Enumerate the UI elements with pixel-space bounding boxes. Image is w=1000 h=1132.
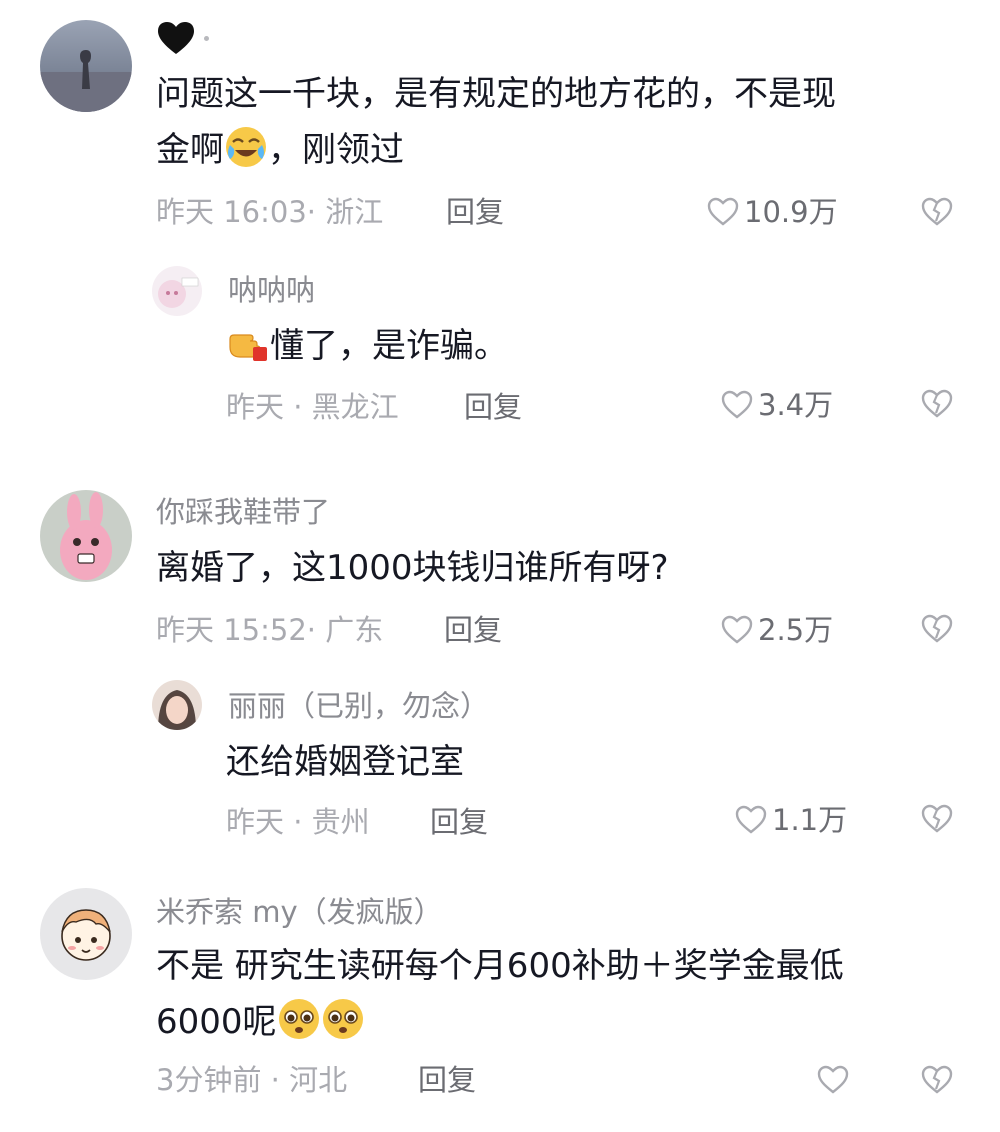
crying-laughing-emoji bbox=[224, 125, 268, 169]
broken-heart-icon bbox=[921, 804, 953, 833]
heart-outline-icon bbox=[707, 197, 739, 226]
comment-text-line-2: 6000呢 bbox=[156, 994, 844, 1050]
time-location: 昨天 · 黑龙江 bbox=[226, 390, 399, 424]
reply-button[interactable]: 回复 bbox=[418, 1062, 476, 1098]
like-button[interactable]: 1.1万 bbox=[734, 802, 847, 838]
comment-text-line-1: 问题这一千块，是有规定的地方花的，不是现 bbox=[156, 74, 836, 114]
broken-heart-icon bbox=[921, 614, 953, 643]
heart-outline-icon bbox=[817, 1065, 849, 1094]
like-count: 3.4万 bbox=[758, 388, 834, 422]
comment-text: 离婚了，这1000块钱归谁所有呀? bbox=[156, 548, 669, 588]
pointing-hand-emoji bbox=[226, 321, 270, 365]
reply-button[interactable]: 回复 bbox=[446, 194, 504, 230]
username[interactable]: 丽丽（已别，勿念） bbox=[228, 688, 489, 724]
comment-text-line-1: 不是 研究生读研每个月600补助＋奖学金最低 bbox=[156, 946, 844, 986]
comment-text: 懂了，是诈骗。 bbox=[226, 318, 508, 374]
comment-text: 还给婚姻登记室 bbox=[226, 742, 464, 782]
broken-heart-icon bbox=[921, 389, 953, 418]
comment-text: 不是 研究生读研每个月600补助＋奖学金最低 6000呢 bbox=[156, 938, 844, 1050]
username[interactable]: 你踩我鞋带了 bbox=[156, 494, 330, 530]
heart-outline-icon bbox=[721, 615, 753, 644]
time-location: 昨天 16:03· 浙江 bbox=[156, 195, 384, 229]
avatar[interactable] bbox=[152, 266, 202, 316]
like-count: 10.9万 bbox=[744, 195, 838, 229]
dislike-button[interactable] bbox=[920, 612, 954, 646]
broken-heart-icon bbox=[921, 1065, 953, 1094]
heart-outline-icon bbox=[735, 805, 767, 834]
avatar[interactable] bbox=[40, 888, 132, 980]
avatar[interactable] bbox=[40, 20, 132, 112]
black-heart-icon bbox=[158, 22, 194, 54]
like-button[interactable] bbox=[816, 1063, 854, 1097]
time-location: 昨天 15:52· 广东 bbox=[156, 613, 384, 647]
dislike-button[interactable] bbox=[920, 1063, 954, 1097]
username[interactable]: 米乔索 my（发疯版） bbox=[156, 894, 443, 930]
dislike-button[interactable] bbox=[920, 387, 954, 421]
pleading-face-emoji bbox=[321, 997, 365, 1041]
username[interactable]: 呐呐呐 bbox=[228, 272, 315, 308]
top-mark bbox=[156, 20, 209, 56]
time-location: 3分钟前 · 河北 bbox=[156, 1063, 348, 1097]
pleading-face-emoji bbox=[277, 997, 321, 1041]
reply-button[interactable]: 回复 bbox=[444, 612, 502, 648]
like-button[interactable]: 3.4万 bbox=[720, 387, 833, 423]
heart-outline-icon bbox=[721, 390, 753, 419]
time-location: 昨天 · 贵州 bbox=[226, 805, 370, 839]
like-count: 2.5万 bbox=[758, 613, 834, 647]
dislike-button[interactable] bbox=[920, 802, 954, 836]
comment-text: 问题这一千块，是有规定的地方花的，不是现 金啊 ，刚领过 bbox=[156, 66, 836, 178]
like-button[interactable]: 2.5万 bbox=[720, 612, 833, 648]
like-count: 1.1万 bbox=[772, 803, 848, 837]
like-button[interactable]: 10.9万 bbox=[706, 194, 838, 230]
broken-heart-icon bbox=[921, 197, 953, 226]
separator-dot bbox=[204, 35, 209, 41]
avatar[interactable] bbox=[152, 680, 202, 730]
reply-button[interactable]: 回复 bbox=[430, 804, 488, 840]
comment-text-line-2: 金啊 ，刚领过 bbox=[156, 122, 836, 178]
reply-button[interactable]: 回复 bbox=[464, 389, 522, 425]
avatar[interactable] bbox=[40, 490, 132, 582]
dislike-button[interactable] bbox=[920, 195, 954, 229]
